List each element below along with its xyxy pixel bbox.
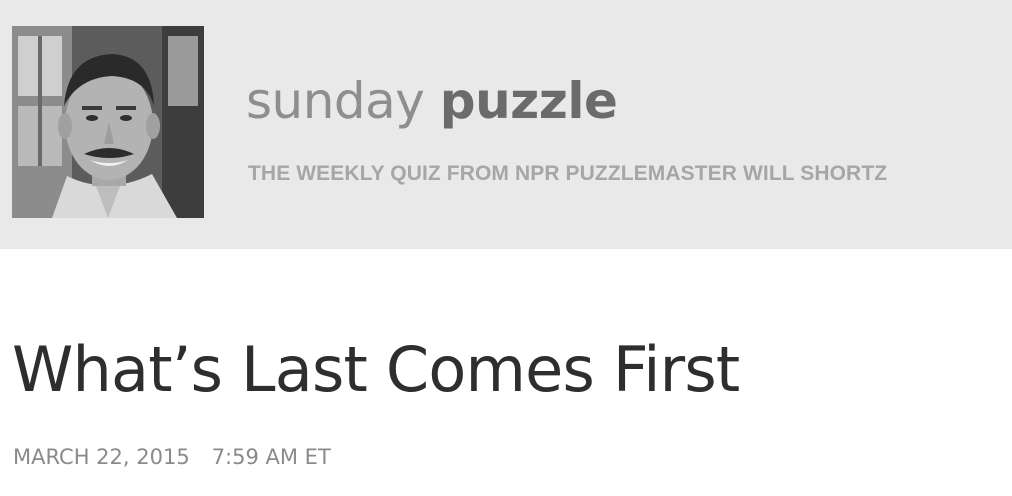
host-photo <box>12 26 204 218</box>
article-headline: What’s Last Comes First <box>12 333 740 406</box>
series-title-bold: puzzle <box>439 72 618 130</box>
host-portrait-image <box>12 26 204 218</box>
series-banner: sunday puzzle THE WEEKLY QUIZ FROM NPR P… <box>0 0 1012 249</box>
series-title[interactable]: sunday puzzle <box>246 66 618 136</box>
series-subtitle: THE WEEKLY QUIZ FROM NPR PUZZLEMASTER WI… <box>248 162 888 185</box>
article-dateline: MARCH 22, 2015 7:59 AM ET <box>13 445 331 469</box>
article-date: MARCH 22, 2015 <box>13 445 190 469</box>
series-title-light: sunday <box>246 72 440 130</box>
article-time: 7:59 AM ET <box>211 445 331 469</box>
